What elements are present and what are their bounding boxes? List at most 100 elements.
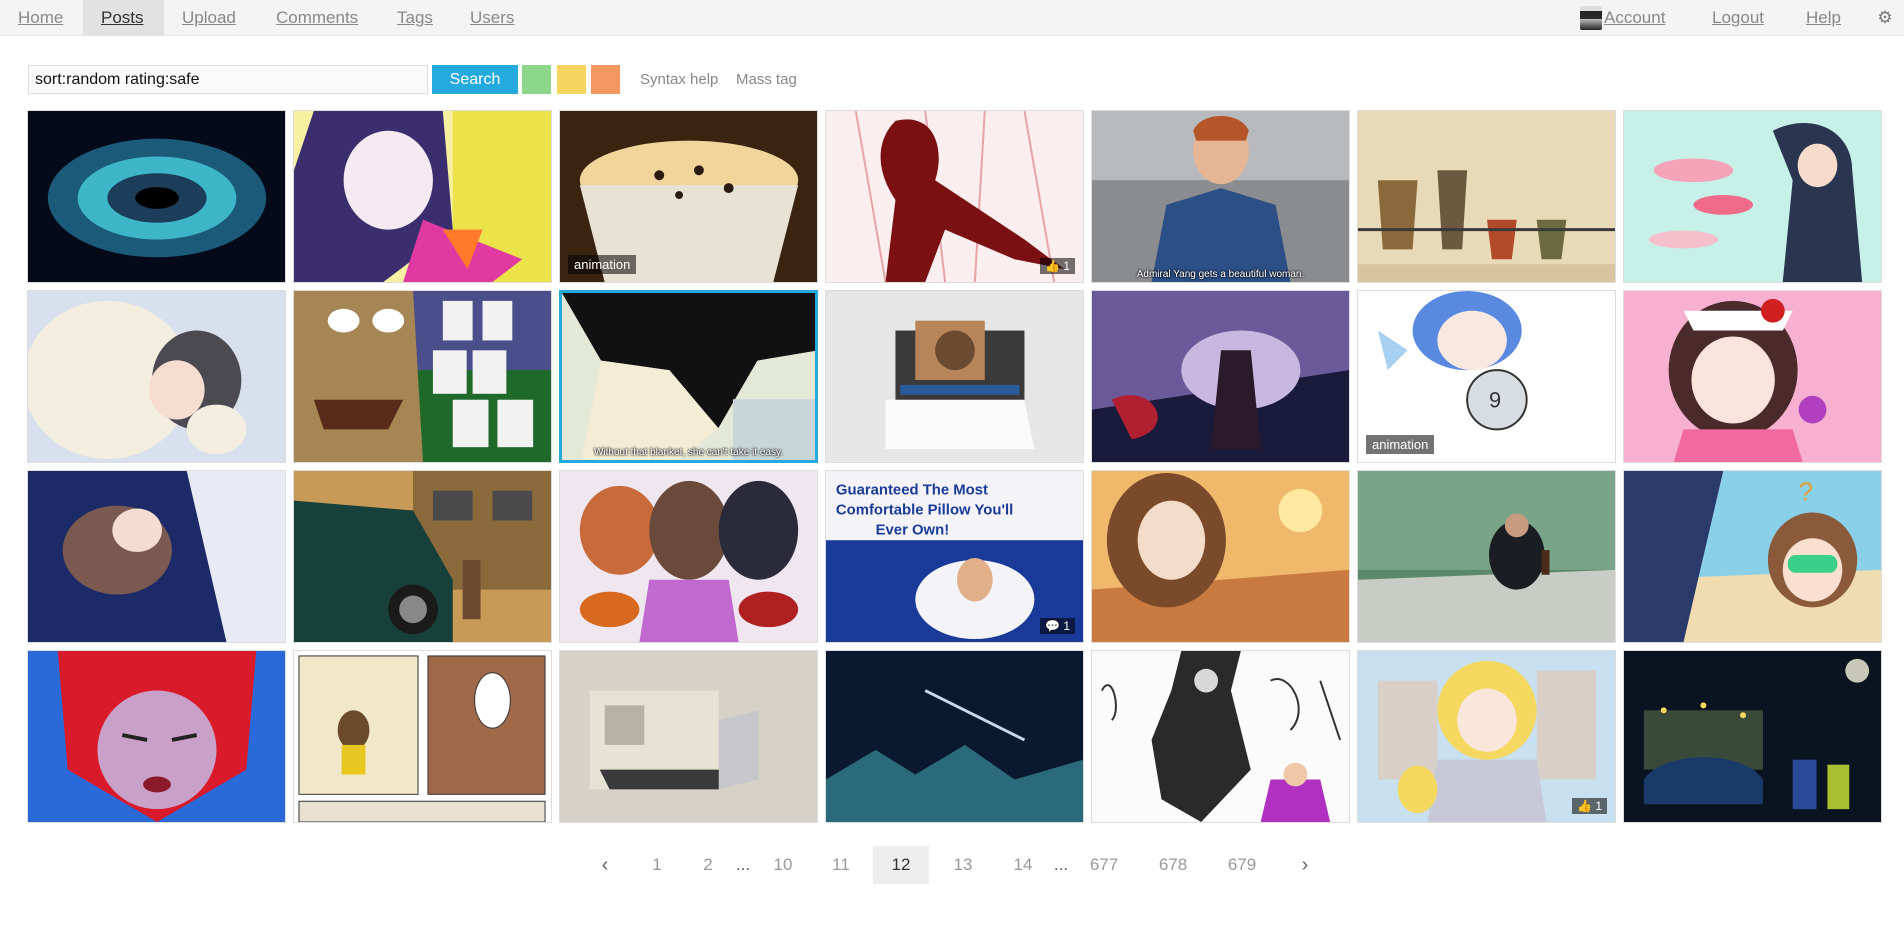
post-thumbnail[interactable]: Admiral Yang gets a beautiful woman. xyxy=(1091,110,1350,283)
animation-badge: animation xyxy=(1366,435,1435,454)
safe-rating-filter-button[interactable] xyxy=(522,65,551,94)
comet-mountains-image xyxy=(826,651,1083,822)
black-hole-image xyxy=(28,111,285,282)
comic-page-image xyxy=(294,651,551,822)
dark-figure-comic-image xyxy=(1092,651,1349,822)
unsafe-rating-filter-button[interactable] xyxy=(591,65,620,94)
idol-girls-guitars-image xyxy=(560,471,817,642)
anime-girl-petals-image xyxy=(1624,111,1881,282)
ad-line-3: Ever Own! xyxy=(876,522,950,538)
nav-upload[interactable]: Upload xyxy=(164,0,254,36)
thumbs-up-icon: 👍 xyxy=(1045,259,1064,273)
nav-logout[interactable]: Logout xyxy=(1694,0,1782,36)
post-thumbnail[interactable] xyxy=(1091,290,1350,463)
comment-count: 1 xyxy=(1063,619,1070,633)
post-thumbnail[interactable]: 👍 1 xyxy=(825,110,1084,283)
page-link[interactable]: 678 xyxy=(1145,846,1201,884)
svg-text:9: 9 xyxy=(1489,388,1501,413)
score-value: 1 xyxy=(1063,259,1070,273)
post-thumbnail[interactable] xyxy=(1357,110,1616,283)
page-link[interactable]: 10 xyxy=(755,846,811,884)
ad-line-1: Guaranteed The Most xyxy=(836,483,988,499)
user-avatar[interactable] xyxy=(1580,6,1602,30)
svg-text:?: ? xyxy=(1799,479,1813,507)
post-thumbnail[interactable] xyxy=(27,470,286,643)
green-car-image xyxy=(294,471,551,642)
post-thumbnail[interactable] xyxy=(1623,110,1882,283)
next-page-chevron-right-icon[interactable]: › xyxy=(1290,846,1320,884)
page-ellipsis: ... xyxy=(735,855,751,874)
post-thumbnail[interactable]: 9 animation xyxy=(1357,290,1616,463)
post-thumbnail[interactable] xyxy=(1623,290,1882,463)
post-thumbnail[interactable] xyxy=(27,650,286,823)
comment-count-badge: 💬 1 xyxy=(1040,618,1075,634)
page-ellipsis: ... xyxy=(1053,855,1069,874)
night-sky-girls-image xyxy=(28,471,285,642)
post-thumbnail[interactable] xyxy=(293,650,552,823)
nav-posts-label: Posts xyxy=(101,8,144,27)
page-link[interactable]: 1 xyxy=(629,846,685,884)
pillow-box-ad-image: Guaranteed The Most Comfortable Pillow Y… xyxy=(826,471,1083,642)
top-nav: Home Posts Upload Comments Tags Users Ac… xyxy=(0,0,1904,36)
post-thumbnail[interactable]: Guaranteed The Most Comfortable Pillow Y… xyxy=(825,470,1084,643)
post-thumbnail[interactable] xyxy=(1623,650,1882,823)
ad-line-2: Comfortable Pillow You'll xyxy=(836,503,1013,519)
prev-page-chevron-left-icon[interactable]: ‹ xyxy=(590,846,620,884)
post-thumbnail[interactable] xyxy=(27,110,286,283)
pagination: ‹ 1 2 ... 10 11 12 13 14 ... 677 678 679… xyxy=(0,846,1904,884)
post-thumbnail[interactable] xyxy=(1091,650,1350,823)
search-button[interactable]: Search xyxy=(432,65,518,94)
post-grid: animation 👍 1 Admiral Yang gets a beauti… xyxy=(27,110,1884,824)
car-night-city-image xyxy=(1624,651,1881,822)
beach-goggles-girl-image: ? xyxy=(1624,471,1881,642)
page-link[interactable]: 2 xyxy=(680,846,736,884)
anime-man-image xyxy=(1092,111,1349,282)
nav-comments[interactable]: Comments xyxy=(258,0,376,36)
nav-help[interactable]: Help xyxy=(1788,0,1859,36)
page-link[interactable]: 11 xyxy=(813,846,869,884)
post-thumbnail[interactable] xyxy=(293,290,552,463)
idol-girl-strawberries-image xyxy=(1624,291,1881,462)
thumbs-up-icon: 👍 xyxy=(1577,799,1596,813)
sunset-station-girl-image xyxy=(1092,471,1349,642)
page-link[interactable]: 13 xyxy=(935,846,991,884)
nav-logout-label: Logout xyxy=(1712,8,1764,27)
page-link[interactable]: 679 xyxy=(1214,846,1270,884)
nav-posts[interactable]: Posts xyxy=(83,0,164,36)
post-thumbnail[interactable] xyxy=(825,650,1084,823)
tapestry-image xyxy=(1358,111,1615,282)
nav-home[interactable]: Home xyxy=(0,0,81,36)
nav-comments-label: Comments xyxy=(276,8,359,27)
sketchy-rating-filter-button[interactable] xyxy=(557,65,586,94)
subtitle-caption: Without that blanket, she can't take it … xyxy=(593,447,784,458)
nav-account[interactable]: Account xyxy=(1604,0,1683,36)
nav-users[interactable]: Users xyxy=(452,0,532,36)
mass-tag-link[interactable]: Mass tag xyxy=(736,65,797,94)
nav-tags[interactable]: Tags xyxy=(379,0,451,36)
post-thumbnail[interactable] xyxy=(293,470,552,643)
post-thumbnail[interactable]: 👍 1 xyxy=(1357,650,1616,823)
syntax-help-link[interactable]: Syntax help xyxy=(640,65,718,94)
settings-gear-icon[interactable]: ⚙ xyxy=(1874,6,1896,30)
post-thumbnail[interactable] xyxy=(27,290,286,463)
page-link[interactable]: 14 xyxy=(995,846,1051,884)
post-thumbnail-selected[interactable]: Without that blanket, she can't take it … xyxy=(559,290,818,463)
nav-account-label: Account xyxy=(1604,8,1666,27)
dark-fantasy-image xyxy=(1092,291,1349,462)
post-thumbnail[interactable] xyxy=(1091,470,1350,643)
page-link[interactable]: 677 xyxy=(1076,846,1132,884)
search-input[interactable] xyxy=(28,65,428,94)
post-thumbnail[interactable]: animation xyxy=(559,110,818,283)
current-page[interactable]: 12 xyxy=(873,846,929,884)
post-thumbnail[interactable] xyxy=(559,650,818,823)
computer-cooler-image xyxy=(826,291,1083,462)
post-thumbnail[interactable] xyxy=(1357,470,1616,643)
man-at-table-image xyxy=(1358,471,1615,642)
score-badge: 👍 1 xyxy=(1572,798,1607,814)
post-thumbnail[interactable] xyxy=(293,110,552,283)
post-thumbnail[interactable]: ? xyxy=(1623,470,1882,643)
post-thumbnail[interactable] xyxy=(825,290,1084,463)
post-thumbnail[interactable] xyxy=(559,470,818,643)
mahjong-man-image xyxy=(294,291,551,462)
subtitle-caption: Admiral Yang gets a beautiful woman. xyxy=(1136,269,1305,280)
